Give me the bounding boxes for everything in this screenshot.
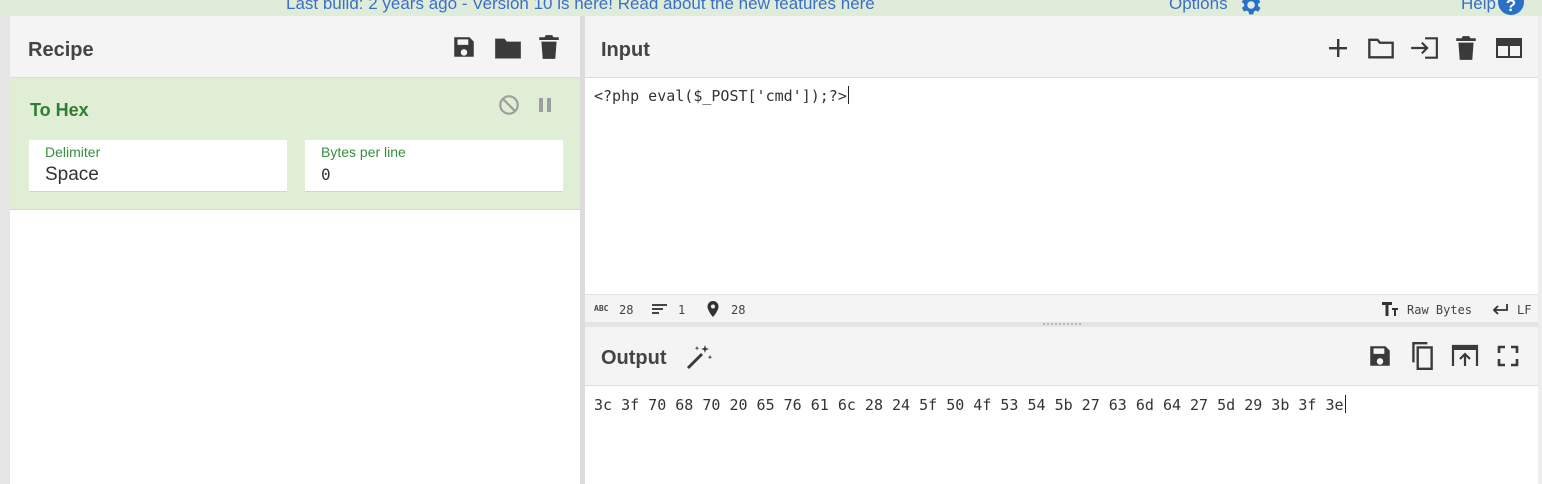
position-value: 28 <box>731 303 746 317</box>
input-textarea[interactable]: <?php eval($_POST['cmd']);?> <box>594 86 849 105</box>
resize-grip[interactable] <box>1043 323 1081 325</box>
bytes-per-line-label: Bytes per line <box>321 144 406 160</box>
output-text[interactable]: 3c 3f 70 68 70 20 65 76 61 6c 28 24 5f 5… <box>594 395 1346 414</box>
build-notice-link[interactable]: Last build: 2 years ago - Version 10 is … <box>286 0 875 14</box>
eol-icon[interactable] <box>1491 301 1509 317</box>
folder-icon[interactable] <box>494 36 522 60</box>
recipe-panel: Recipe To Hex Delimiter Space Bytes per … <box>10 16 580 484</box>
output-value: 3c 3f 70 68 70 20 65 76 61 6c 28 24 5f 5… <box>594 396 1344 414</box>
right-gutter <box>1538 16 1542 484</box>
copy-icon[interactable] <box>1409 341 1435 371</box>
bytes-per-line-field[interactable]: Bytes per line 0 <box>305 140 563 192</box>
plus-icon[interactable] <box>1327 37 1349 59</box>
length-value: 28 <box>619 303 634 317</box>
output-caret <box>1344 395 1346 413</box>
output-title: Output <box>601 347 667 369</box>
bytes-per-line-value: 0 <box>321 165 331 184</box>
position-icon <box>704 301 722 317</box>
operation-title: To Hex <box>30 100 89 120</box>
folder-icon[interactable] <box>1367 36 1395 60</box>
input-title: Input <box>601 39 650 61</box>
sign-in-icon[interactable] <box>1409 36 1439 60</box>
encoding-value[interactable]: Raw Bytes <box>1407 303 1472 317</box>
text-encoding-icon[interactable] <box>1381 301 1399 317</box>
disable-icon[interactable] <box>498 94 520 116</box>
eol-value[interactable]: LF <box>1517 303 1531 317</box>
lines-icon <box>651 301 669 317</box>
delimiter-value: Space <box>45 164 99 185</box>
output-panel: Output 3c 3f 70 68 70 20 65 76 61 6c 28 … <box>585 327 1538 484</box>
text-caret <box>847 86 849 104</box>
to-hex-operation[interactable]: To Hex Delimiter Space Bytes per line 0 <box>10 78 580 210</box>
help-link[interactable]: Help <box>1461 0 1496 14</box>
options-link[interactable]: Options <box>1169 0 1228 14</box>
pause-icon[interactable] <box>536 96 554 114</box>
magic-wand-icon[interactable] <box>685 344 713 370</box>
help-icon[interactable]: ? <box>1498 0 1524 15</box>
trash-icon[interactable] <box>1455 35 1477 61</box>
input-header: Input <box>585 16 1538 78</box>
gear-icon[interactable] <box>1237 0 1263 15</box>
left-gutter <box>0 16 10 484</box>
recipe-header: Recipe <box>10 16 580 78</box>
layout-icon[interactable] <box>1495 37 1523 59</box>
output-header: Output <box>585 327 1538 386</box>
maximize-icon[interactable] <box>1497 345 1519 367</box>
save-icon[interactable] <box>1367 343 1393 369</box>
recipe-title: Recipe <box>28 39 94 61</box>
delimiter-label: Delimiter <box>45 144 101 160</box>
lines-value: 1 <box>678 303 686 317</box>
input-panel: Input <?php eval($_POST['cmd']);?> <box>585 16 1538 322</box>
top-banner: Last build: 2 years ago - Version 10 is … <box>0 0 1542 16</box>
input-text: <?php eval($_POST['cmd']);?> <box>594 87 847 105</box>
input-status-bar: ABC 28 1 28 Raw Bytes LF <box>585 294 1538 322</box>
delimiter-field[interactable]: Delimiter Space <box>29 140 287 192</box>
length-icon: ABC <box>594 304 609 313</box>
trash-icon[interactable] <box>538 34 560 60</box>
save-icon[interactable] <box>451 34 477 60</box>
replace-input-icon[interactable] <box>1451 344 1479 368</box>
